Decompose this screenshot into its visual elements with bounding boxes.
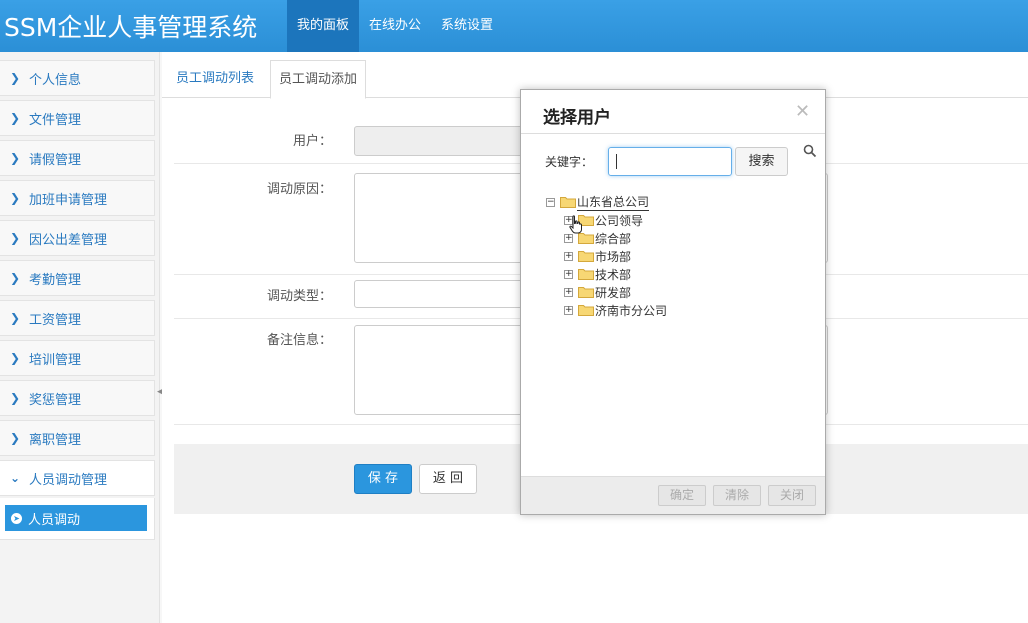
sidebar-item-label: 奖惩管理 [29,392,82,408]
save-button[interactable]: 保 存 [354,464,412,494]
sidebar-item-business-trip[interactable]: ❯ 因公出差管理 [0,220,155,256]
circle-arrow-right-icon: ➤ [11,512,22,524]
sidebar-item-rewards[interactable]: ❯ 奖惩管理 [0,380,155,416]
sidebar-item-salary[interactable]: ❯ 工资管理 [0,300,155,336]
sidebar-item-files[interactable]: ❯ 文件管理 [0,100,155,136]
text-caret [616,154,617,169]
tree-node-child[interactable]: + 市场部 [564,247,631,265]
sidebar-item-label: 个人信息 [29,72,82,88]
search-button[interactable]: 搜索 [735,147,788,176]
sidebar-item-label: 离职管理 [29,432,82,448]
sidebar-subitem-label: 人员调动 [28,512,81,528]
dialog-divider [521,133,825,134]
hand-cursor-icon [569,215,582,234]
chevron-right-icon: ❯ [10,231,21,245]
sidebar-item-resignation[interactable]: ❯ 离职管理 [0,420,155,456]
remark-label: 备注信息： [266,333,332,348]
sidebar-item-label: 培训管理 [29,352,82,368]
sidebar-item-label: 请假管理 [29,152,82,168]
chevron-right-icon: ❯ [10,191,21,205]
type-select[interactable] [354,280,524,308]
chevron-right-icon: ❯ [10,151,21,165]
expand-icon[interactable]: + [564,305,573,315]
chevron-right-icon: ❯ [10,271,21,285]
chevron-right-icon: ❯ [10,391,21,405]
user-field[interactable] [354,126,524,156]
clear-button[interactable]: 清除 [713,485,761,506]
top-nav: 我的面板 在线办公 系统设置 [287,0,503,52]
select-user-dialog: 选择用户 ✕ 关键字： 搜索 − 山东省总公司 + 公司领导 + 综合部 + 市… [520,89,826,515]
type-label: 调动类型： [266,289,332,304]
expand-icon[interactable]: + [564,269,573,279]
sidebar-item-transfer[interactable]: ⌄ 人员调动管理 [0,460,155,496]
chevron-right-icon: ❯ [10,311,21,325]
tree-node-label: 市场部 [595,249,632,264]
sidebar-item-label: 因公出差管理 [29,232,108,248]
chevron-down-icon: ⌄ [10,471,21,485]
sidebar-item-label: 文件管理 [29,112,82,128]
sidebar: ❯ 个人信息 ❯ 文件管理 ❯ 请假管理 ❯ 加班申请管理 ❯ 因公出差管理 ❯ 考勤管理 … [0,52,164,623]
confirm-button[interactable]: 确定 [658,485,706,506]
tree-node-label: 技术部 [595,267,632,282]
sidebar-item-leave[interactable]: ❯ 请假管理 [0,140,155,176]
close-icon[interactable]: ✕ [795,101,810,122]
tab-transfer-add[interactable]: 员工调动添加 [270,60,367,99]
keyword-label: 关键字： [545,155,594,169]
sidebar-item-label: 考勤管理 [29,272,82,288]
collapse-icon[interactable]: − [546,197,555,207]
expand-icon[interactable]: + [564,287,573,297]
dialog-title: 选择用户 [543,108,611,128]
sidebar-item-label: 人员调动管理 [29,472,108,488]
tree-node-child[interactable]: + 技术部 [564,265,631,283]
keyword-input[interactable] [608,147,732,176]
reason-label: 调动原因： [266,182,332,197]
sidebar-item-label: 加班申请管理 [29,192,108,208]
tree-node-label: 公司领导 [595,213,644,228]
tree-node-label: 济南市分公司 [595,303,668,318]
dialog-footer: 确定 清除 关闭 [521,476,825,514]
sidebar-item-label: 工资管理 [29,312,82,328]
chevron-right-icon: ❯ [10,71,21,85]
app-title: SSM企业人事管理系统 [4,13,258,42]
tree-node-label: 综合部 [595,231,632,246]
tree-node-label: 山东省总公司 [577,195,650,211]
tree-node-child[interactable]: + 研发部 [564,283,631,301]
tree-node-child[interactable]: + 济南市分公司 [564,301,667,319]
nav-system-settings[interactable]: 系统设置 [431,0,503,52]
nav-my-panel[interactable]: 我的面板 [287,0,360,52]
sidebar-subitem-transfer[interactable]: ➤ 人员调动 [5,505,147,531]
folder-icon [578,251,594,262]
folder-icon [578,305,594,316]
folder-icon [560,197,576,208]
search-icon[interactable] [803,144,817,158]
chevron-right-icon: ❯ [10,431,21,445]
tab-transfer-list[interactable]: 员工调动列表 [168,60,262,98]
folder-icon [578,269,594,280]
user-label: 用户： [292,134,332,149]
sidebar-item-attendance[interactable]: ❯ 考勤管理 [0,260,155,296]
sidebar-submenu: ➤ 人员调动 [0,498,155,540]
close-button[interactable]: 关闭 [768,485,816,506]
top-header: SSM企业人事管理系统 我的面板 在线办公 系统设置 [0,0,1028,52]
expand-icon[interactable]: + [564,251,573,261]
chevron-right-icon: ❯ [10,111,21,125]
folder-icon [578,287,594,298]
back-button[interactable]: 返 回 [419,464,477,494]
sidebar-item-overtime[interactable]: ❯ 加班申请管理 [0,180,155,216]
sidebar-item-training[interactable]: ❯ 培训管理 [0,340,155,376]
tree-node-root[interactable]: − 山东省总公司 [546,193,650,211]
nav-online-office[interactable]: 在线办公 [359,0,431,52]
tree-node-label: 研发部 [595,285,632,300]
chevron-right-icon: ❯ [10,351,21,365]
sidebar-item-personal-info[interactable]: ❯ 个人信息 [0,60,155,96]
